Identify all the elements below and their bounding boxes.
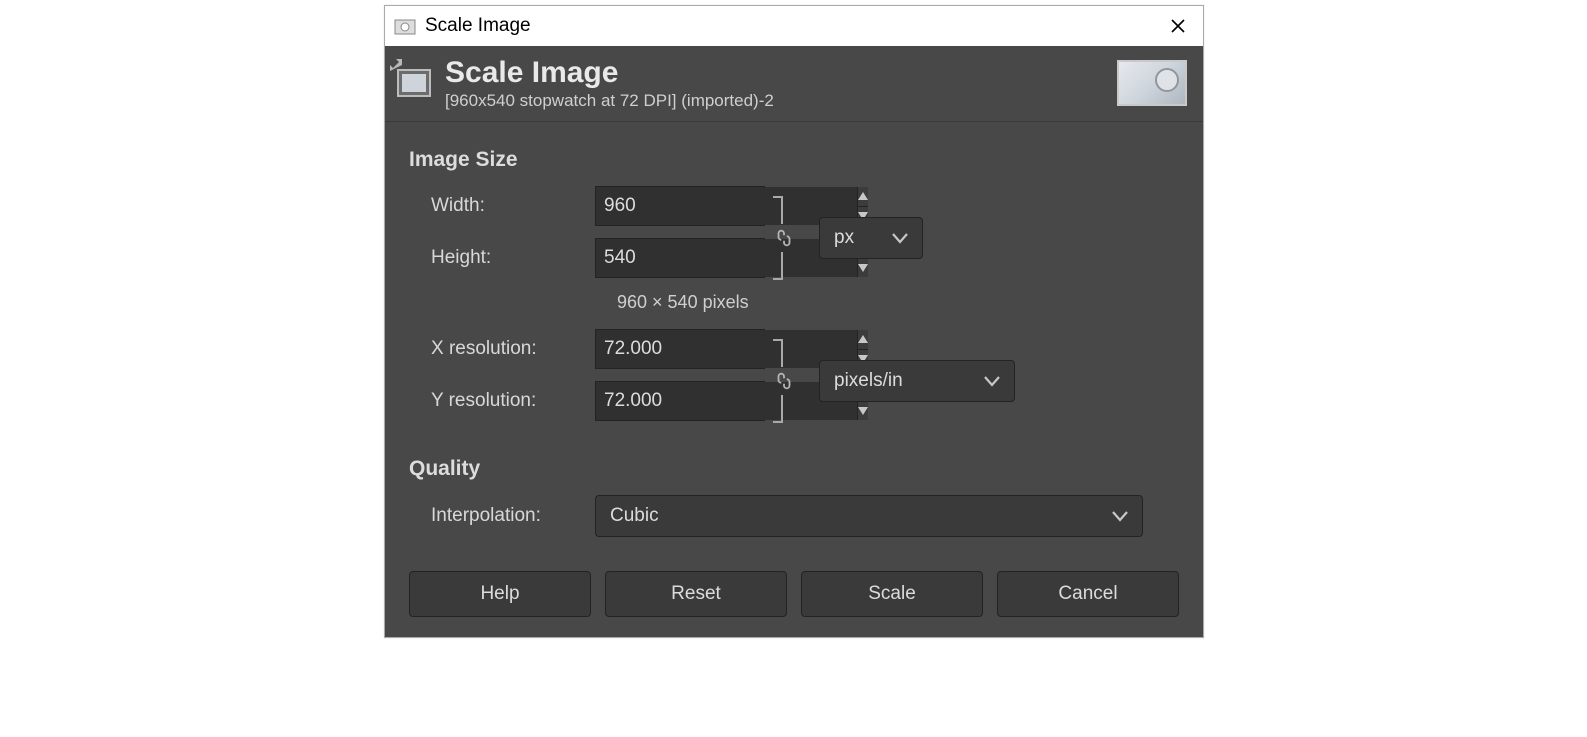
dialog-client: Scale Image [960x540 stopwatch at 72 DPI… — [385, 46, 1203, 637]
reset-button[interactable]: Reset — [605, 571, 787, 617]
xres-spinbox[interactable] — [595, 329, 765, 369]
scale-button[interactable]: Scale — [801, 571, 983, 617]
titlebar: Scale Image — [385, 6, 1203, 46]
size-chain-link[interactable] — [773, 225, 795, 251]
xres-label: X resolution: — [409, 338, 595, 360]
preview-thumbnail — [1117, 60, 1187, 106]
yres-spinbox[interactable] — [595, 381, 765, 421]
res-unit-value: pixels/in — [834, 370, 903, 392]
chain-link-icon — [773, 226, 795, 250]
interpolation-label: Interpolation: — [409, 505, 595, 527]
chevron-down-icon — [892, 232, 908, 244]
interpolation-value: Cubic — [610, 505, 659, 527]
chevron-down-icon — [1112, 510, 1128, 522]
scale-image-dialog: Scale Image Scale Image [960x540 stopwat… — [384, 5, 1204, 638]
height-label: Height: — [409, 247, 595, 269]
width-label: Width: — [409, 195, 595, 217]
close-button[interactable] — [1153, 6, 1203, 46]
header-subtitle: [960x540 stopwatch at 72 DPI] (imported)… — [445, 91, 1117, 111]
size-unit-select[interactable]: px — [819, 217, 923, 259]
chain-link-icon — [773, 369, 795, 393]
help-button[interactable]: Help — [409, 571, 591, 617]
chevron-down-icon — [984, 375, 1000, 387]
cancel-button[interactable]: Cancel — [997, 571, 1179, 617]
app-icon — [393, 14, 417, 38]
button-bar: Help Reset Scale Cancel — [409, 571, 1179, 617]
dialog-header: Scale Image [960x540 stopwatch at 72 DPI… — [385, 46, 1203, 122]
dimension-readout: 960 × 540 pixels — [617, 292, 1179, 313]
height-spinbox[interactable] — [595, 238, 765, 278]
quality-heading: Quality — [409, 457, 1179, 481]
interpolation-select[interactable]: Cubic — [595, 495, 1143, 537]
yres-label: Y resolution: — [409, 390, 595, 412]
header-title: Scale Image — [445, 56, 1117, 89]
scale-image-icon — [393, 62, 435, 104]
image-size-heading: Image Size — [409, 148, 1179, 172]
width-spinbox[interactable] — [595, 186, 765, 226]
res-unit-select[interactable]: pixels/in — [819, 360, 1015, 402]
size-unit-value: px — [834, 227, 854, 249]
close-icon — [1170, 18, 1186, 34]
res-chain-link[interactable] — [773, 368, 795, 394]
window-title: Scale Image — [425, 15, 1153, 37]
